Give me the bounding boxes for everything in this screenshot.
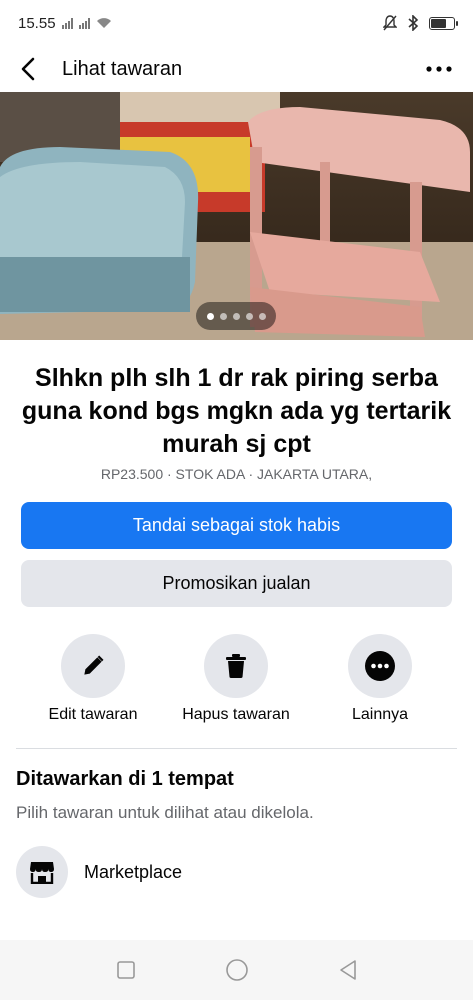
more-horizontal-icon (426, 66, 452, 72)
back-button[interactable] (0, 46, 56, 92)
offered-section-subtitle: Pilih tawaran untuk dilihat atau dikelol… (16, 803, 314, 822)
pencil-icon (84, 655, 104, 675)
delete-button-circle[interactable] (204, 634, 268, 698)
home-button[interactable] (217, 950, 257, 990)
trash-icon (226, 654, 246, 678)
more-actions-circle[interactable] (348, 634, 412, 698)
carousel-dot[interactable] (258, 312, 266, 320)
offered-section-title: Ditawarkan di 1 tempat (16, 768, 234, 790)
bell-off-icon (383, 15, 397, 31)
bluetooth-icon (408, 15, 419, 31)
delete-listing-label: Hapus tawaran (182, 706, 290, 723)
carousel-dot[interactable] (245, 312, 253, 320)
carousel-dot[interactable] (232, 312, 240, 320)
recent-apps-button[interactable] (106, 950, 146, 990)
status-time: 15.55 (18, 14, 56, 32)
more-actions-action[interactable]: Lainnya (305, 634, 455, 724)
app-header: Lihat tawaran (0, 46, 473, 92)
edit-listing-action[interactable]: Edit tawaran (18, 634, 168, 724)
place-item-marketplace[interactable]: Marketplace (16, 846, 457, 898)
listing-meta: RP23.500 · STOK ADA · JAKARTA UTARA, (100, 466, 373, 482)
listing-title: Slhkn plh slh 1 dr rak piring serba guna… (21, 364, 452, 458)
section-divider (16, 748, 457, 749)
page-title: Lihat tawaran (62, 57, 183, 80)
more-circle-icon (365, 651, 395, 681)
carousel-dot[interactable] (219, 312, 227, 320)
more-options-button[interactable] (419, 54, 459, 84)
edit-listing-label: Edit tawaran (48, 706, 138, 723)
storefront-icon (16, 846, 68, 898)
battery-level (431, 18, 447, 28)
back-nav-button[interactable] (328, 950, 368, 990)
more-actions-label: Lainnya (351, 706, 409, 723)
signal-icon (61, 17, 73, 29)
battery-icon (429, 16, 458, 30)
system-nav-bar (0, 940, 473, 1000)
triangle-back-icon (339, 960, 356, 980)
carousel-dot[interactable] (206, 312, 214, 320)
chevron-left-icon (21, 57, 35, 81)
promote-button[interactable]: Promosikan jualan (21, 560, 452, 607)
square-icon (116, 961, 135, 979)
status-bar: 15.55 (0, 0, 473, 46)
wifi-icon (96, 18, 111, 28)
place-label: Marketplace (84, 861, 183, 882)
signal-icon (78, 17, 90, 29)
status-right (383, 15, 458, 31)
edit-button-circle[interactable] (61, 634, 125, 698)
circle-icon (225, 959, 248, 981)
mark-sold-button[interactable]: Tandai sebagai stok habis (21, 502, 452, 549)
status-left: 15.55 (18, 15, 112, 32)
carousel-indicator (196, 302, 276, 330)
delete-listing-action[interactable]: Hapus tawaran (161, 634, 311, 724)
